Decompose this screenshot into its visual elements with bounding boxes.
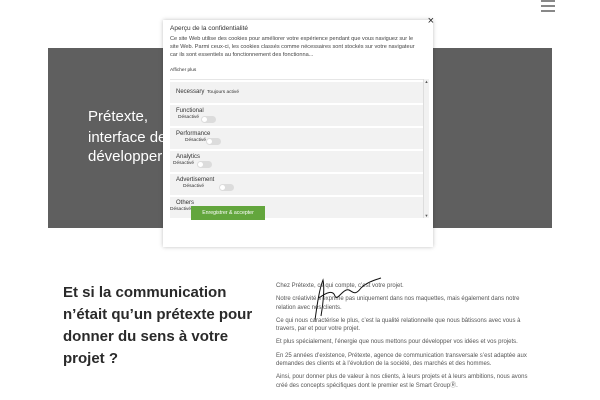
- advertisement-toggle[interactable]: [219, 184, 234, 191]
- section-headline: Et si la communication n’était qu’un pré…: [63, 284, 253, 367]
- category-status: Désactivé: [185, 138, 207, 143]
- category-scrollbar[interactable]: ▲ ▼: [423, 79, 429, 218]
- functional-toggle[interactable]: [201, 116, 216, 123]
- modal-title: Aperçu de la confidentialité: [170, 25, 249, 32]
- category-name: Functional: [176, 108, 204, 114]
- category-name: Analytics: [176, 154, 201, 160]
- category-status: Désactivé: [183, 184, 205, 189]
- category-status: Désactivé: [170, 207, 192, 212]
- hero-text-line-3: développer: [88, 148, 163, 165]
- category-advertisement[interactable]: Advertisement Désactivé: [170, 174, 423, 195]
- category-status: Désactivé: [178, 115, 200, 120]
- analytics-toggle[interactable]: [197, 161, 212, 168]
- category-name: Advertisement: [176, 177, 215, 183]
- category-functional[interactable]: Functional Désactivé: [170, 105, 423, 126]
- category-status: Toujours activé: [207, 90, 239, 95]
- show-more-link[interactable]: Afficher plus: [170, 68, 196, 73]
- category-name: Necessary: [176, 89, 205, 95]
- paragraph: En 25 années d’existence, Prétexte, agen…: [276, 352, 527, 368]
- modal-description: Ce site Web utilise des cookies pour amé…: [170, 36, 415, 58]
- performance-toggle[interactable]: [206, 138, 221, 145]
- paragraph: Et plus spécialement, l’énergie que nous…: [276, 339, 518, 346]
- category-status: Désactivé: [173, 161, 195, 166]
- category-name: Performance: [176, 131, 211, 137]
- category-performance[interactable]: Performance Désactivé: [170, 128, 423, 149]
- save-accept-button[interactable]: Enregistrer & accepter: [191, 206, 265, 220]
- category-analytics[interactable]: Analytics Désactivé: [170, 151, 423, 172]
- close-icon[interactable]: ×: [428, 16, 434, 27]
- hero-text-line-1: Prétexte,: [88, 108, 149, 125]
- scroll-up-icon[interactable]: ▲: [424, 79, 429, 84]
- menu-icon[interactable]: [541, 0, 555, 12]
- signature-graphic: [314, 277, 382, 321]
- hero-text-line-2: interface de: [88, 129, 167, 146]
- category-necessary[interactable]: Necessary Toujours activé: [170, 82, 423, 103]
- cookie-category-list[interactable]: Necessary Toujours activé Functional Dés…: [170, 79, 426, 218]
- scroll-down-icon[interactable]: ▼: [424, 213, 429, 218]
- paragraph: Ainsi, pour donner plus de valeur à nos …: [276, 374, 528, 389]
